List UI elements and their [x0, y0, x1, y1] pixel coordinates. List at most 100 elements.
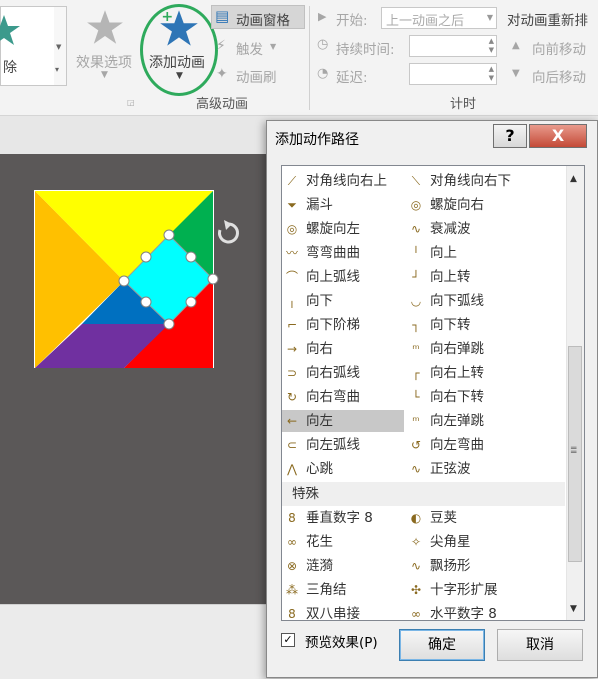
motion-path-option[interactable]: 〰弯弯曲曲 — [282, 242, 404, 264]
help-button[interactable]: ? — [493, 124, 527, 148]
dialog-launcher-icon[interactable]: ◲ — [127, 98, 135, 107]
arc-left-icon: ⊂ — [286, 438, 298, 452]
motion-path-label: 螺旋向右 — [430, 197, 484, 213]
motion-path-option[interactable]: └ 向右下转 — [406, 386, 528, 408]
motion-path-option[interactable]: → 向右 — [282, 338, 404, 360]
motion-path-label: 花生 — [306, 534, 333, 550]
motion-path-label: 向上转 — [430, 269, 471, 285]
effect-options-button[interactable]: 效果选项 — [76, 52, 132, 72]
motion-path-label: 螺旋向左 — [306, 221, 360, 237]
motion-path-option[interactable]: ∞ 花生 — [282, 531, 404, 553]
delay-spinner-icon[interactable]: ▲ ▼ — [489, 65, 494, 83]
motion-path-option[interactable]: ∿ 飘扬形 — [406, 555, 528, 577]
start-select[interactable]: 上一动画之后 ▼ — [381, 7, 497, 29]
spiral-right-icon: ◎ — [410, 198, 422, 212]
ok-button[interactable]: 确定 — [399, 629, 485, 661]
motion-path-option[interactable]: ᵐ 向右弹跳 — [406, 338, 528, 360]
left-icon: ← — [286, 414, 298, 428]
motion-path-option[interactable]: ◐ 豆荚 — [406, 507, 528, 529]
motion-path-option[interactable]: ┌ 向右上转 — [406, 362, 528, 384]
motion-path-label: 向右上转 — [430, 365, 484, 381]
motion-path-option[interactable]: ⏷ 漏斗 — [282, 194, 404, 216]
scrollbar-thumb[interactable]: ═ ═ — [568, 346, 582, 562]
sine-wave-icon: ∿ — [410, 462, 422, 476]
zigzag-icon: 〰 — [285, 246, 298, 260]
motion-path-option[interactable]: ⌒ 向上弧线 — [282, 266, 404, 288]
motion-path-label: 向左弯曲 — [430, 437, 484, 453]
gallery-scroll[interactable]: ▼ ▾ — [54, 6, 67, 86]
turn-up-icon: ┘ — [412, 270, 420, 284]
effect-options-arrow-icon: ▼ — [101, 70, 108, 80]
motion-path-label: 正弦波 — [430, 461, 471, 477]
motion-path-option[interactable]: ╷ 向下 — [282, 290, 404, 312]
motion-path-list[interactable]: ⟋ 对角线向右上 ⟍ 对角线向右下 ⏷ 漏斗 ◎ 螺旋向右 ◎ 螺旋向左 ∿ 衰减波〰弯弯曲曲 ╵ 向上 ⌒… — [281, 165, 585, 621]
motion-path-option[interactable]: ◎ 螺旋向左 — [282, 218, 404, 240]
bounce-right-icon: ᵐ — [412, 342, 420, 356]
move-later-button[interactable]: 向后移动 — [532, 66, 586, 86]
motion-path-option[interactable]: ↺ 向左弯曲 — [406, 434, 528, 456]
motion-path-option[interactable]: ⁂ 三角结 — [282, 579, 404, 601]
trigger-button[interactable]: 触发 — [236, 38, 263, 58]
motion-path-option[interactable]: ⊃ 向右弧线 — [282, 362, 404, 384]
motion-path-label: 垂直数字 8 — [306, 510, 373, 526]
motion-path-option[interactable]: 8 双八串接 — [282, 603, 404, 621]
animation-painter-button[interactable]: 动画刷 — [236, 66, 277, 86]
remove-animation-label: 除 — [3, 60, 17, 76]
motion-path-option[interactable]: ⊗ 涟漪 — [282, 555, 404, 577]
down-icon: ╷ — [288, 294, 296, 308]
motion-path-label: 向右弹跳 — [430, 341, 484, 357]
bounce-left-icon: ᵐ — [412, 414, 420, 428]
motion-path-option[interactable]: ∿ 衰减波 — [406, 218, 528, 240]
motion-path-label: 向下转 — [430, 317, 471, 333]
curvy-left-icon: ↺ — [410, 438, 422, 452]
delay-input[interactable]: ▲ ▼ — [409, 63, 497, 85]
motion-path-option[interactable]: ✧ 尖角星 — [406, 531, 528, 553]
motion-path-option[interactable]: 8 垂直数字 8 — [282, 507, 404, 529]
motion-path-option[interactable]: ┐ 向下转 — [406, 314, 528, 336]
motion-path-option[interactable]: ← 向左 — [282, 410, 404, 432]
arc-down-icon: ◡ — [410, 294, 422, 308]
motion-path-option[interactable]: ◡ 向下弧线 — [406, 290, 528, 312]
preview-effect-checkbox[interactable]: ✓ — [281, 633, 295, 647]
motion-path-option[interactable]: ↻ 向右弯曲 — [282, 386, 404, 408]
bean-icon: ◐ — [410, 511, 422, 525]
peanut-icon: ∞ — [287, 535, 297, 549]
ripple-icon: ⊗ — [286, 559, 298, 573]
motion-path-label: 十字形扩展 — [430, 582, 498, 598]
motion-path-label: 心跳 — [306, 461, 333, 477]
motion-path-label: 向左弧线 — [306, 437, 360, 453]
section-header-special: 特殊 — [282, 482, 565, 506]
motion-path-option[interactable]: ✣ 十字形扩展 — [406, 579, 528, 601]
motion-path-option[interactable]: ∞ 水平数字 8 — [406, 603, 528, 620]
ribbon: 除 ▼ ▾ 效果选项 ▼ + 添加动画 ▼ ▤ 动画窗格 ⚡ 触发 ▼ ✦ 动画… — [0, 0, 598, 116]
start-dropdown-icon: ▼ — [486, 13, 493, 22]
motion-path-option[interactable]: ╵ 向上 — [406, 242, 528, 264]
preview-effect-label: 预览效果(P) — [305, 635, 378, 651]
list-scrollbar[interactable]: ▲ ═ ═ ▼ — [566, 166, 584, 620]
animation-pane-button[interactable]: ▤ 动画窗格 — [211, 5, 305, 29]
duration-input[interactable]: ▲ ▼ — [409, 35, 497, 57]
motion-path-label: 向左弹跳 — [430, 413, 484, 429]
motion-path-option[interactable]: ∿ 正弦波 — [406, 458, 528, 480]
motion-path-option[interactable]: ⌐ 向下阶梯 — [282, 314, 404, 336]
motion-path-option[interactable]: ⋀ 心跳 — [282, 458, 404, 480]
motion-path-label: 双八串接 — [306, 606, 360, 621]
duration-icon: ◷ — [317, 37, 329, 52]
add-animation-arrow-icon: ▼ — [176, 71, 183, 81]
motion-path-option[interactable]: ⟋ 对角线向右上 — [282, 170, 404, 192]
trefoil-knot-icon: ⁂ — [286, 583, 298, 597]
cancel-button[interactable]: 取消 — [497, 629, 583, 661]
motion-path-option[interactable]: ⟍ 对角线向右下 — [406, 170, 528, 192]
motion-path-option[interactable]: ᵐ 向左弹跳 — [406, 410, 528, 432]
add-animation-button[interactable]: 添加动画 — [149, 52, 205, 72]
swoosh-icon: ∿ — [410, 559, 422, 573]
animation-gallery[interactable]: 除 — [0, 6, 56, 86]
move-earlier-button[interactable]: 向前移动 — [532, 38, 586, 58]
scroll-up-icon[interactable]: ▲ — [570, 174, 577, 184]
duration-spinner-icon[interactable]: ▲ ▼ — [489, 37, 494, 55]
motion-path-option[interactable]: ┘ 向上转 — [406, 266, 528, 288]
close-button[interactable]: X — [529, 124, 587, 148]
motion-path-option[interactable]: ◎ 螺旋向右 — [406, 194, 528, 216]
scroll-down-icon[interactable]: ▼ — [570, 604, 577, 614]
motion-path-option[interactable]: ⊂ 向左弧线 — [282, 434, 404, 456]
